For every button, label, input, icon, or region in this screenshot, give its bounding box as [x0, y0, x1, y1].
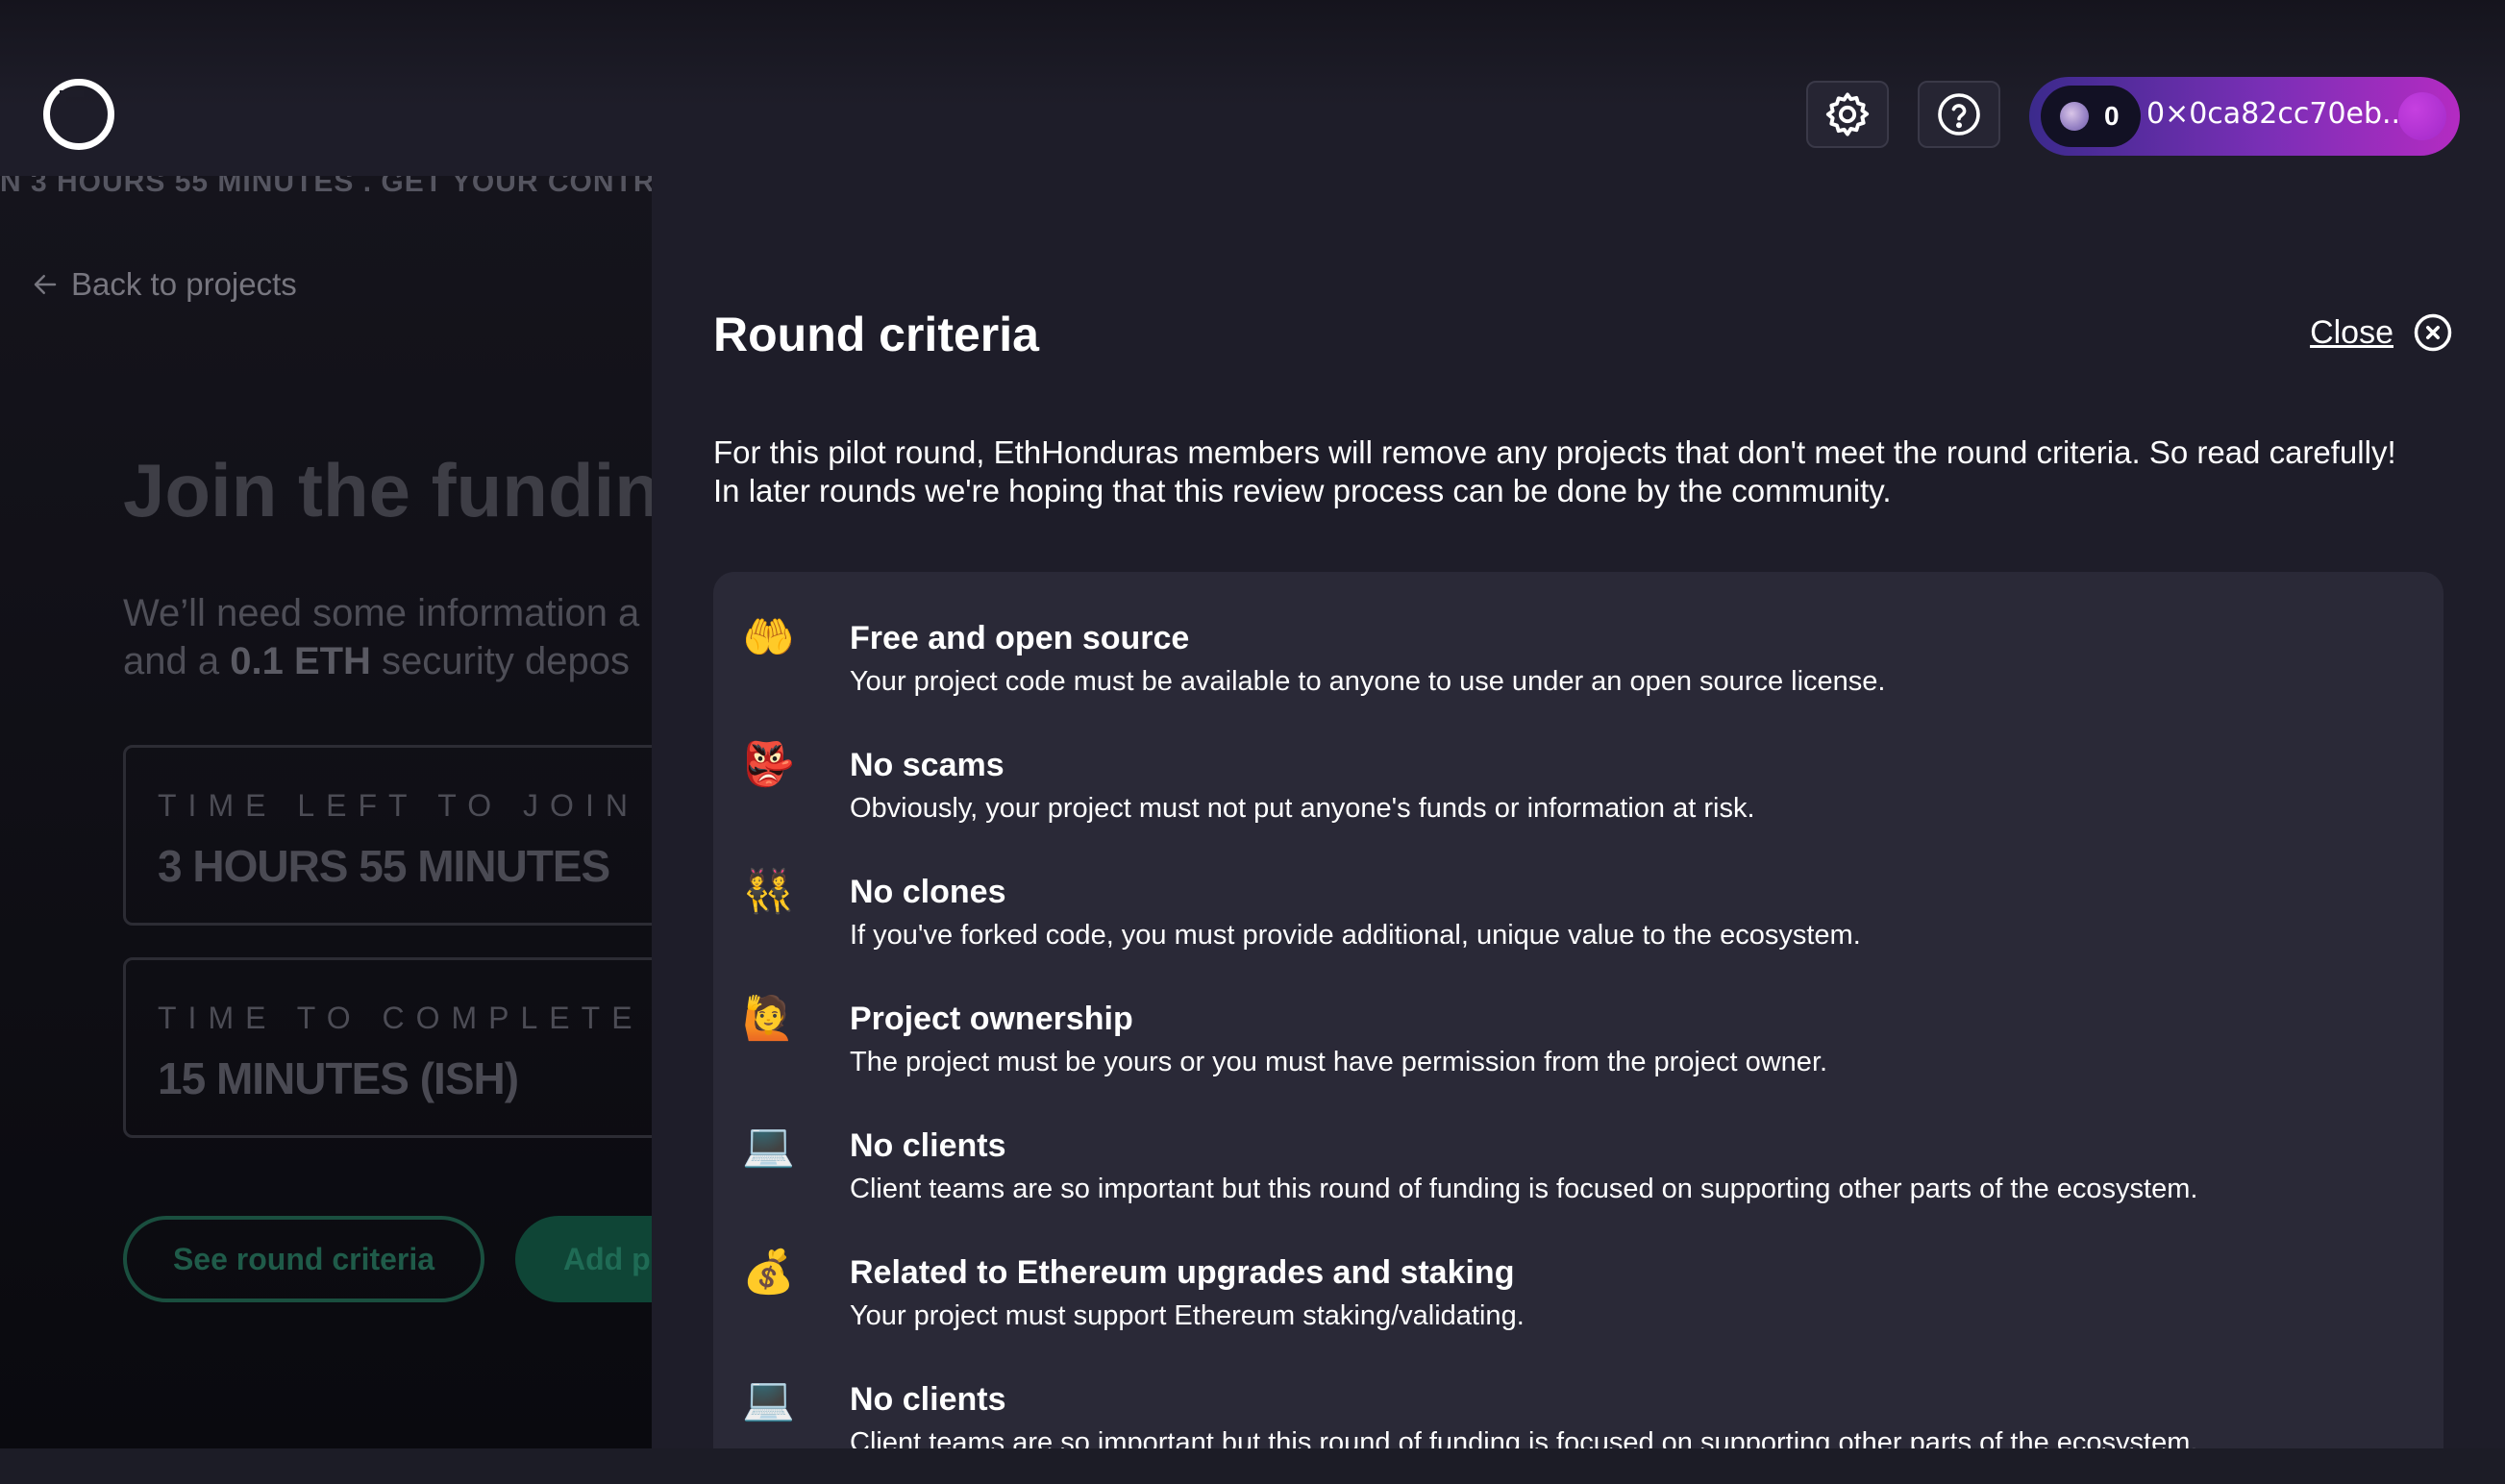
intro-line-1: We’ll need some information a — [123, 592, 640, 634]
round-criteria-panel: Round criteria Close For this pilot roun… — [652, 176, 2505, 1448]
close-link[interactable]: Close — [2310, 314, 2393, 352]
criteria-description: The project must be yours or you must ha… — [850, 1047, 1828, 1077]
intro-line-2-pre: and a — [123, 640, 231, 682]
panel-description: For this pilot round, EthHonduras member… — [713, 434, 2396, 508]
criteria-item: 👺 No scams Obviously, your project must … — [742, 730, 2415, 835]
intro-line-2: and a 0.1 ETH security depos — [123, 637, 639, 685]
criteria-description: Client teams are so important but this r… — [850, 1174, 2198, 1204]
criteria-item: 👯 No clones If you've forked code, you m… — [742, 856, 2415, 962]
money-bag-icon: 💰 — [742, 1249, 795, 1296]
panel-title: Round criteria — [713, 308, 1039, 361]
criteria-item: 💻 No clients Client teams are so importa… — [742, 1364, 2415, 1448]
help-button[interactable] — [1918, 81, 2000, 148]
criteria-item: 🤲 Free and open source Your project code… — [742, 603, 2415, 708]
page-heading: Join the funding — [123, 448, 652, 532]
criteria-description: Obviously, your project must not put any… — [850, 793, 1755, 824]
time-to-complete-label: TIME TO COMPLETE — [158, 1001, 644, 1035]
criteria-title: No clients — [850, 1127, 1006, 1164]
back-link-label: Back to projects — [71, 266, 297, 302]
wallet-balance: 0 — [2104, 101, 2120, 131]
arrow-left-icon — [34, 275, 57, 294]
time-left-card: TIME LEFT TO JOIN 3 HOURS 55 MINUTES — [123, 745, 652, 926]
wallet-avatar — [2398, 92, 2446, 140]
gear-icon — [1825, 92, 1870, 136]
intro-text: We’ll need some information a and a 0.1 … — [123, 589, 639, 685]
settings-button[interactable] — [1806, 81, 1889, 148]
back-to-projects-link[interactable]: Back to projects — [31, 266, 297, 303]
criteria-title: Project ownership — [850, 1001, 1133, 1037]
background-join-page: N 3 HOURS 55 MINUTES . GET YOUR CONTRIBU… — [0, 176, 652, 1448]
intro-line-2-post: security depos — [370, 640, 630, 682]
bottom-edge-strip — [0, 1448, 2505, 1484]
token-icon — [2060, 102, 2089, 131]
countdown-ticker: N 3 HOURS 55 MINUTES . GET YOUR CONTRIBU — [0, 176, 652, 197]
criteria-title: Related to Ethereum upgrades and staking — [850, 1254, 1515, 1291]
top-navigation-bar: 0 0×0ca82cc70eb... — [0, 0, 2505, 176]
question-circle-icon — [1938, 93, 1980, 136]
time-left-value: 3 HOURS 55 MINUTES — [158, 841, 610, 891]
time-to-complete-value: 15 MINUTES (ISH) — [158, 1053, 519, 1103]
criteria-item: 💰 Related to Ethereum upgrades and staki… — [742, 1237, 2415, 1343]
criteria-description: Client teams are so important but this r… — [850, 1427, 2198, 1448]
criteria-item: 💻 No clients Client teams are so importa… — [742, 1110, 2415, 1216]
wallet-address: 0×0ca82cc70eb... — [2146, 97, 2410, 131]
criteria-item: 🙋 Project ownership The project must be … — [742, 983, 2415, 1089]
criteria-title: No clients — [850, 1381, 1006, 1418]
laptop-icon: 💻 — [742, 1122, 795, 1169]
goblin-mask-icon: 👺 — [742, 741, 795, 788]
app-logo-icon[interactable] — [43, 79, 114, 150]
see-round-criteria-button[interactable]: See round criteria — [123, 1216, 484, 1302]
close-panel-button[interactable]: Close — [2310, 312, 2453, 353]
twins-icon: 👯 — [742, 868, 795, 915]
raising-hand-icon: 🙋 — [742, 995, 795, 1042]
criteria-description: Your project must support Ethereum staki… — [850, 1300, 1525, 1331]
criteria-description: If you've forked code, you must provide … — [850, 920, 1861, 951]
add-project-button[interactable]: Add pr — [515, 1216, 652, 1302]
laptop-icon: 💻 — [742, 1375, 795, 1422]
criteria-title: No scams — [850, 747, 1004, 783]
time-left-label: TIME LEFT TO JOIN — [158, 788, 639, 823]
time-to-complete-card: TIME TO COMPLETE 15 MINUTES (ISH) — [123, 957, 652, 1138]
wallet-balance-pill: 0 — [2041, 86, 2141, 147]
criteria-title: No clones — [850, 874, 1006, 910]
criteria-list: 🤲 Free and open source Your project code… — [713, 572, 2443, 1448]
criteria-title: Free and open source — [850, 620, 1190, 656]
close-circle-icon[interactable] — [2413, 312, 2453, 353]
open-hands-icon: 🤲 — [742, 614, 795, 661]
security-deposit-amount: 0.1 ETH — [230, 640, 371, 682]
wallet-account-button[interactable]: 0 0×0ca82cc70eb... — [2029, 77, 2460, 156]
criteria-description: Your project code must be available to a… — [850, 666, 1886, 697]
